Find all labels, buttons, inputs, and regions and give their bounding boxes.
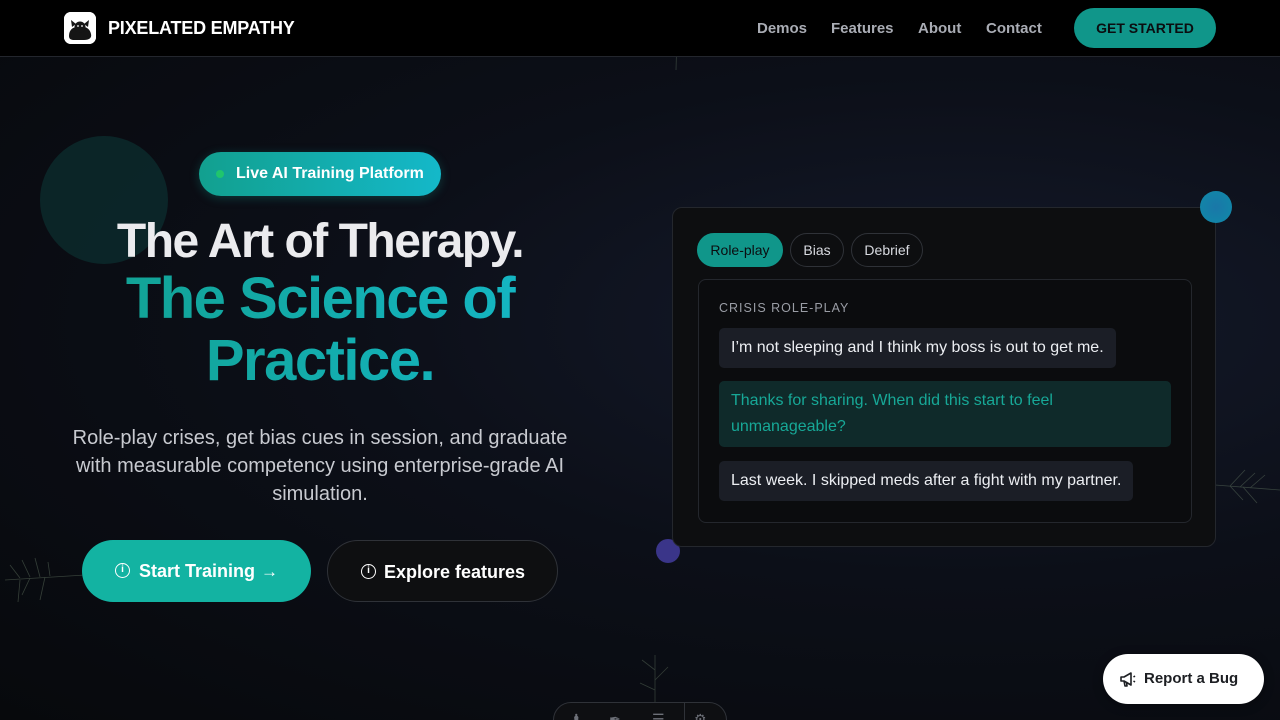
headline-line-1: The Art of Therapy. (116, 215, 525, 268)
live-badge-label: Live AI Training Platform (236, 165, 424, 182)
conversation-panel: CRISIS ROLE-PLAY I’m not sleeping and I … (698, 279, 1192, 523)
live-dot-icon (216, 170, 224, 178)
client-message: Last week. I skipped meds after a fight … (719, 461, 1134, 501)
report-bug-label: Report a Bug (1144, 670, 1239, 687)
info-icon: i (361, 564, 376, 579)
headline-line-2: The Science of Practice. (60, 268, 580, 392)
top-navbar: PIXELATED EMPATHY Demos Features About C… (0, 0, 1280, 57)
headline-line-3-text: Practice. (205, 328, 435, 393)
settings-icon[interactable]: ⚙ (694, 711, 707, 720)
menu-icon[interactable]: ☰ (652, 711, 665, 720)
feather-decoration-bottom (639, 655, 669, 705)
tab-debrief[interactable]: Debrief (851, 233, 923, 267)
report-bug-button[interactable]: Report a Bug (1103, 654, 1264, 704)
explore-features-label: Explore features (384, 562, 526, 582)
cat-logo-icon[interactable] (64, 12, 96, 44)
explore-features-button[interactable]: i Explore features (327, 540, 558, 602)
start-training-label: Start Training (139, 561, 256, 581)
nav-link-about[interactable]: About (918, 20, 961, 37)
brush-icon[interactable]: ✒ (609, 711, 621, 720)
feather-decoration-left (4, 557, 86, 603)
brand-name[interactable]: PIXELATED EMPATHY (108, 18, 295, 39)
megaphone-icon (1120, 672, 1136, 687)
nav-link-contact[interactable]: Contact (986, 20, 1042, 37)
bottom-dock: ♟ ✒ ☰ ⚙ (553, 702, 727, 720)
headline-line-2-text: The Science of (125, 266, 515, 331)
user-icon[interactable]: ♟ (570, 711, 583, 720)
get-started-button[interactable]: GET STARTED (1074, 8, 1216, 48)
nav-link-features[interactable]: Features (831, 20, 894, 37)
feather-decoration-right (1215, 469, 1280, 504)
client-message: I’m not sleeping and I think my boss is … (719, 328, 1116, 368)
demo-card: Role-play Bias Debrief CRISIS ROLE-PLAY … (672, 207, 1216, 547)
therapist-message: Thanks for sharing. When did this start … (719, 381, 1171, 447)
dock-divider (684, 703, 685, 720)
hero-subtext: Role-play crises, get bias cues in sessi… (72, 427, 568, 505)
decorative-orb-teal (1200, 191, 1232, 223)
arrow-right-icon: → (261, 562, 278, 581)
live-badge: Live AI Training Platform (199, 152, 441, 196)
start-training-button[interactable]: i Start Training → (82, 540, 311, 602)
tab-bias[interactable]: Bias (790, 233, 844, 267)
info-icon: i (115, 563, 130, 578)
nav-link-demos[interactable]: Demos (757, 20, 807, 37)
section-label: CRISIS ROLE-PLAY (719, 301, 850, 315)
tab-role-play[interactable]: Role-play (697, 233, 783, 267)
